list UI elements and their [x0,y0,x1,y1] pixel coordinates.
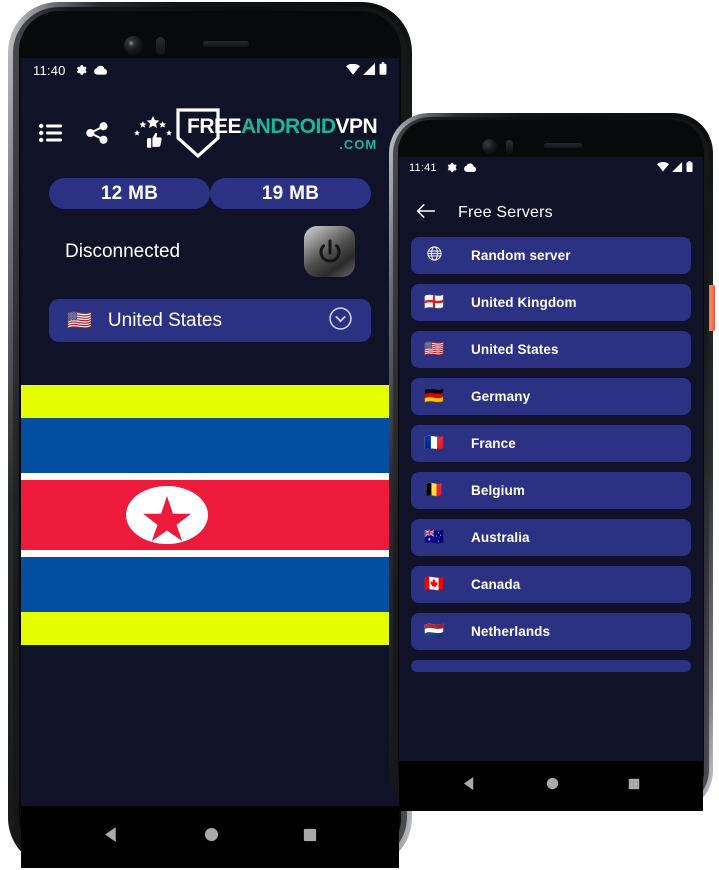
cloud-icon [93,65,108,77]
cloud-icon [463,162,477,174]
flag-red-star-icon [143,495,191,541]
front-camera-icon [124,36,143,55]
server-name: Australia [471,530,530,545]
server-name: Germany [471,389,531,404]
north-korea-flag-image [21,418,399,612]
list-menu-icon[interactable] [39,123,63,143]
phone1-system-navbar [21,806,399,868]
list-item[interactable]: Random server [411,237,691,274]
list-item-partial[interactable] [411,660,691,672]
status-indicators [346,61,387,80]
flag-us-icon: 🇺🇸 [424,340,444,358]
phone-device-secondary: 11:41 [389,113,715,811]
flag-ca-icon: 🇨🇦 [424,575,444,593]
list-item[interactable]: 🇩🇪 Germany [411,378,691,415]
list-item[interactable]: 🇺🇸 United States [411,331,691,368]
flag-stripe-red [21,480,399,550]
status-time: 11:40 [33,63,66,78]
phone1-toolbar: FREE ANDROID VPN .COM [21,102,399,164]
share-icon[interactable] [85,121,109,145]
phone-device-primary: 11:40 FREE ANDROID VPN .COM 12 MB 19 MB … [8,2,412,868]
flag-be-icon: 🇧🇪 [424,481,444,499]
connection-status-text: Disconnected [65,240,181,262]
back-arrow-icon[interactable] [415,202,436,225]
brand-part-vpn: VPN [335,114,378,138]
list-item[interactable]: 🇫🇷 France [411,425,691,462]
country-selector[interactable]: 🇺🇸 United States [49,299,371,342]
phone2-appbar: Free Servers [399,189,703,237]
banner-band-top [21,385,399,418]
server-name: France [471,436,516,451]
flag-stripe-white-top [21,473,399,480]
wifi-icon [657,159,669,177]
list-item[interactable]: 🇨🇦 Canada [411,566,691,603]
page-title: Free Servers [458,204,553,221]
wifi-icon [346,62,360,80]
connection-row: Disconnected [21,226,399,277]
server-name: Random server [471,248,571,263]
list-item[interactable]: 🇧🇪 Belgium [411,472,691,509]
selected-country-label: United States [107,309,222,331]
list-item[interactable]: 🇦🇺 Australia [411,519,691,556]
flag-uk-icon: 🏴󠁧󠁢󠁥󠁮󠁧󠁿 [424,293,444,311]
ad-banner[interactable] [21,385,399,645]
signal-icon [672,159,683,177]
nav-back-icon[interactable] [462,776,477,796]
phone2-status-bar: 11:41 [399,157,703,177]
phone1-status-bar: 11:40 [21,58,399,80]
globe-icon [423,245,445,266]
chevron-down-circle-icon[interactable] [328,306,353,336]
brand-part-com: .COM [339,136,378,152]
banner-band-bottom [21,612,399,645]
download-stat-pill[interactable]: 12 MB [49,178,210,209]
flag-fr-icon: 🇫🇷 [424,434,444,452]
traffic-stats-row: 12 MB 19 MB [21,178,399,209]
phone2-screen: 11:41 [399,157,703,761]
flag-de-icon: 🇩🇪 [424,387,444,405]
nav-home-icon[interactable] [546,777,559,795]
server-name: United States [471,342,559,357]
nav-recents-icon[interactable] [628,777,640,795]
list-item[interactable]: 🏴󠁧󠁢󠁥󠁮󠁧󠁿 United Kingdom [411,284,691,321]
brand-part-android: ANDROID [241,114,336,138]
power-button-icon[interactable] [304,226,355,277]
brand-logo-text: FREE ANDROID VPN .COM [187,114,378,152]
nav-recents-icon[interactable] [303,828,317,847]
brand-logo: FREE ANDROID VPN .COM [175,107,381,159]
flag-au-icon: 🇦🇺 [424,528,444,546]
earpiece-speaker [203,41,249,47]
flag-stripe-white-bottom [21,550,399,557]
earpiece-speaker [544,143,582,148]
flag-nl-icon: 🇳🇱 [424,622,444,640]
server-name: Netherlands [471,624,551,639]
status-time: 11:41 [409,162,437,174]
signal-icon [363,62,376,80]
phone2-system-navbar [399,761,703,811]
status-indicators [657,159,693,177]
brand-part-free: FREE [187,114,242,138]
server-list: Random server 🏴󠁧󠁢󠁥󠁮󠁧󠁿 United Kingdom 🇺🇸 … [399,237,703,672]
nav-back-icon[interactable] [103,826,120,848]
battery-icon [686,159,693,177]
battery-icon [379,61,387,80]
list-item[interactable]: 🇳🇱 Netherlands [411,613,691,650]
phone1-screen: 11:40 FREE ANDROID VPN .COM 12 MB 19 MB … [21,58,399,806]
nav-home-icon[interactable] [204,827,219,847]
server-name: Belgium [471,483,525,498]
gear-icon [446,162,457,175]
server-name: Canada [471,577,521,592]
proximity-sensor-icon [506,140,513,154]
upload-stat-pill[interactable]: 19 MB [210,178,371,209]
proximity-sensor-icon [156,37,165,55]
rate-thumbsup-stars-icon[interactable] [131,116,175,150]
front-camera-icon [482,139,497,154]
gear-icon [75,64,87,78]
flag-us-icon: 🇺🇸 [67,309,92,332]
server-name: United Kingdom [471,295,577,310]
